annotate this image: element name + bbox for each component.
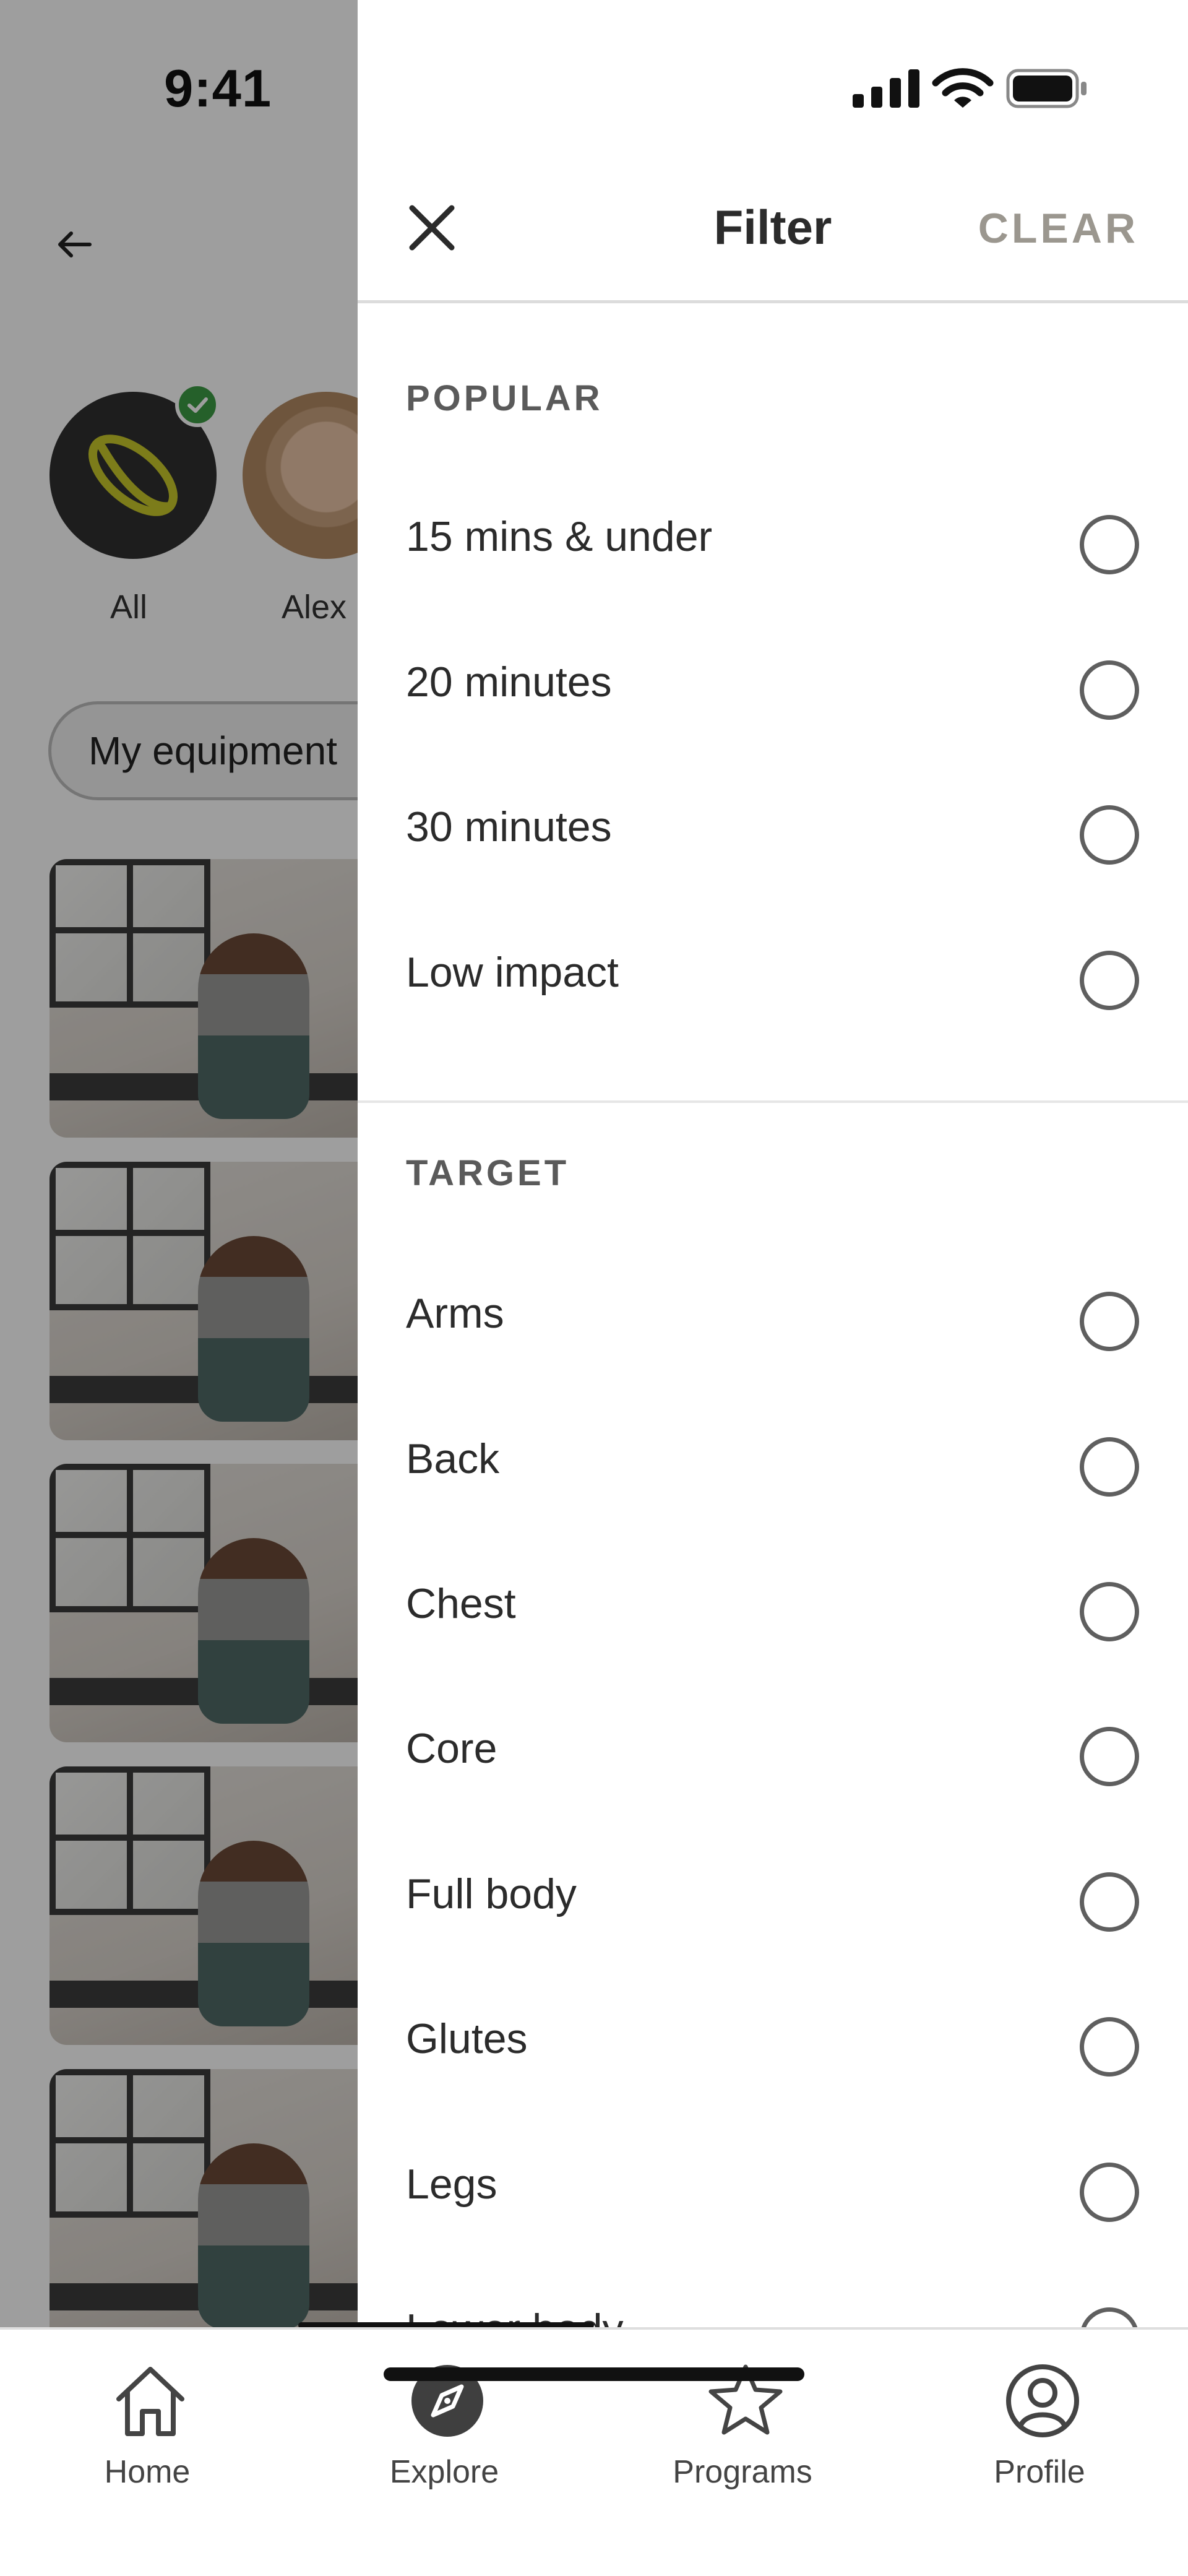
section-divider: [358, 1100, 1188, 1103]
option-label: Low impact: [406, 949, 619, 996]
option-label: 15 mins & under: [406, 513, 713, 560]
radio-button[interactable]: [1080, 1582, 1139, 1641]
home-icon: [116, 2367, 184, 2436]
radio-button[interactable]: [1080, 805, 1139, 865]
filter-option[interactable]: 20 minutes: [406, 633, 1139, 745]
radio-button[interactable]: [1080, 1727, 1139, 1786]
profile-icon: [1006, 2364, 1079, 2437]
option-label: 30 minutes: [406, 803, 612, 850]
filter-option[interactable]: 30 minutes: [406, 778, 1139, 889]
filter-panel: Filter CLEAR POPULAR 15 mins & under 20 …: [358, 0, 1188, 2327]
filter-option[interactable]: Arms: [406, 1264, 1139, 1376]
tab-label: Home: [104, 2454, 191, 2490]
radio-button[interactable]: [1080, 1437, 1139, 1497]
filter-option[interactable]: 15 mins & under: [406, 488, 1139, 599]
wifi-icon: [932, 68, 994, 108]
option-label: Core: [406, 1725, 497, 1772]
radio-button[interactable]: [1080, 1292, 1139, 1351]
tab-label: Profile: [994, 2454, 1085, 2490]
section-heading-popular: POPULAR: [406, 378, 603, 418]
option-label: Back: [406, 1435, 500, 1482]
option-label: Glutes: [406, 2015, 528, 2062]
radio-button[interactable]: [1080, 2017, 1139, 2077]
radio-button[interactable]: [1080, 1872, 1139, 1932]
option-label: Chest: [406, 1580, 516, 1627]
option-label: Full body: [406, 1870, 577, 1917]
tab-home[interactable]: Home: [54, 2348, 240, 2509]
filter-option[interactable]: Back: [406, 1410, 1139, 1521]
header-divider: [358, 300, 1188, 303]
tab-profile[interactable]: Profile: [947, 2348, 1132, 2509]
radio-button[interactable]: [1080, 660, 1139, 720]
clear-button[interactable]: CLEAR: [978, 204, 1138, 253]
option-label: 20 minutes: [406, 659, 612, 706]
radio-button[interactable]: [1080, 515, 1139, 574]
filter-option[interactable]: Chest: [406, 1555, 1139, 1666]
radio-button[interactable]: [1080, 2307, 1139, 2327]
filter-option[interactable]: Lower body: [406, 2280, 1139, 2327]
radio-button[interactable]: [1080, 2163, 1139, 2222]
radio-button[interactable]: [1080, 951, 1139, 1010]
filter-option[interactable]: Low impact: [406, 923, 1139, 1035]
home-indicator: [384, 2367, 804, 2381]
filter-option[interactable]: Legs: [406, 2135, 1139, 2247]
filter-option[interactable]: Glutes: [406, 1990, 1139, 2101]
tab-label: Programs: [673, 2454, 812, 2490]
section-heading-target: TARGET: [406, 1153, 570, 1193]
filter-option[interactable]: Full body: [406, 1845, 1139, 1956]
tab-label: Explore: [389, 2454, 499, 2490]
tab-bar: Home Explore Programs Profile: [0, 2327, 1188, 2576]
filter-option[interactable]: Core: [406, 1700, 1139, 1811]
option-label: Arms: [406, 1290, 504, 1337]
option-label: Legs: [406, 2161, 497, 2208]
battery-icon: [1006, 69, 1087, 108]
cellular-signal-icon: [853, 69, 919, 108]
